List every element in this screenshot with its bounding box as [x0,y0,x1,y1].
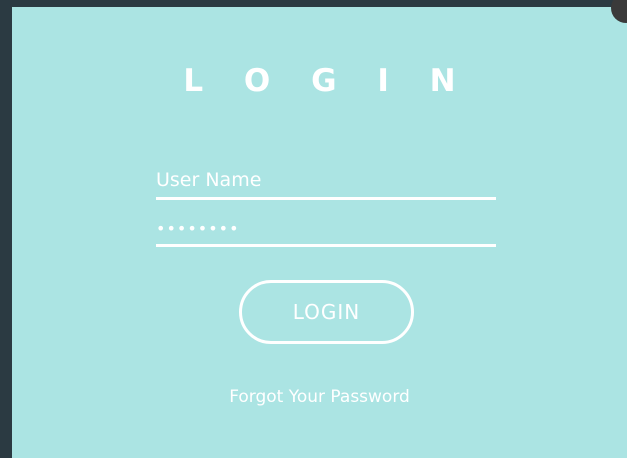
login-modal: L O G I N LOGIN Forgot Your Password [12,0,627,458]
forgot-password-link[interactable]: Forgot Your Password [12,387,627,407]
password-input[interactable] [156,219,496,238]
username-field [156,163,496,200]
username-input[interactable] [156,169,496,191]
password-field [156,210,496,247]
login-button[interactable]: LOGIN [239,280,414,344]
page-backdrop: L O G I N LOGIN Forgot Your Password [0,0,627,458]
login-title: L O G I N [183,63,471,99]
close-icon[interactable] [611,0,627,23]
